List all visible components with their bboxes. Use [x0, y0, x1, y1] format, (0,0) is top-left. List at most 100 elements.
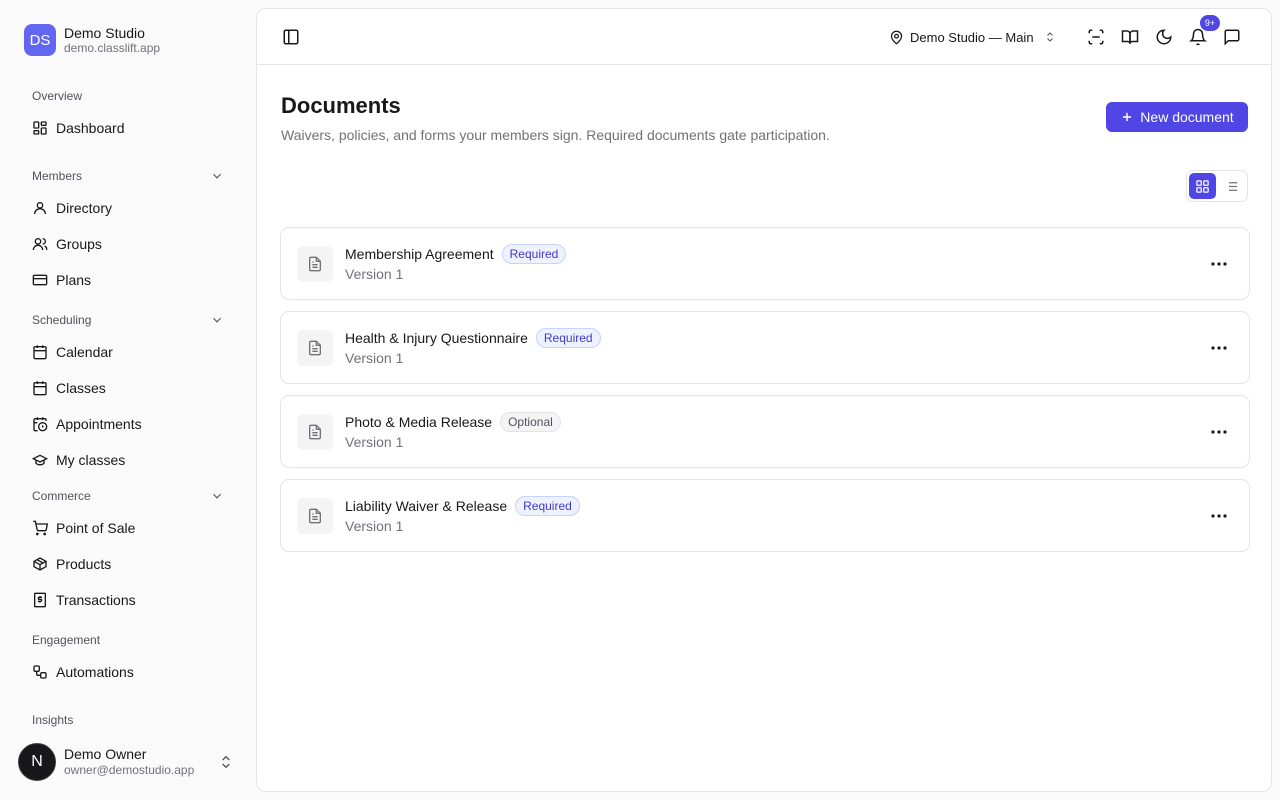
document-icon-wrap — [297, 414, 333, 450]
section-title: Members — [32, 169, 83, 183]
sidebar-item-appointments[interactable]: Appointments — [24, 408, 232, 440]
section-title: Insights — [32, 713, 74, 727]
receipt-dollar-icon — [34, 592, 46, 608]
document-list: Membership Agreement Required Version 1 … — [280, 227, 1250, 563]
more-horizontal-icon — [1211, 430, 1227, 434]
file-text-icon — [309, 256, 321, 272]
sidebar-item-plans[interactable]: Plans — [24, 264, 232, 296]
sidebar-item-dashboard[interactable]: Dashboard — [24, 112, 232, 144]
calendar-icon — [33, 381, 47, 396]
more-actions-button[interactable] — [1207, 422, 1231, 442]
sidebar-item-classes[interactable]: Classes — [24, 372, 232, 404]
org-switcher[interactable]: DS Demo Studio demo.classlift.app — [24, 24, 160, 56]
sidebar-item-my-classes[interactable]: My classes — [24, 444, 232, 476]
section-header[interactable]: Members — [24, 164, 232, 188]
section-title: Overview — [32, 89, 83, 103]
grid-view-button[interactable] — [1189, 173, 1216, 199]
nav-section-insights: Insights — [24, 708, 232, 732]
nav-section-commerce: Commerce Point of Sale Products Transact… — [24, 484, 232, 616]
document-card[interactable]: Photo & Media Release Optional Version 1 — [280, 395, 1250, 468]
message-square-icon — [1224, 29, 1240, 46]
chevron-down-icon — [213, 493, 221, 499]
cart-icon — [33, 520, 48, 536]
document-card[interactable]: Health & Injury Questionnaire Required V… — [280, 311, 1250, 384]
theme-toggle-button[interactable] — [1150, 23, 1178, 51]
sidebar-item-label: Classes — [56, 380, 106, 396]
scan-icon — [1088, 29, 1104, 45]
section-title: Commerce — [32, 489, 91, 503]
main-panel: Demo Studio — Main 9+ Documents Waivers,… — [256, 8, 1272, 792]
section-header[interactable]: Scheduling — [24, 308, 232, 332]
users-icon — [32, 238, 48, 251]
status-badge: Required — [535, 328, 601, 348]
moon-icon — [1156, 29, 1172, 45]
chevrons-up-down-icon — [1046, 32, 1053, 42]
file-text-icon — [309, 424, 321, 440]
status-badge: Required — [515, 496, 580, 516]
bell-icon — [1189, 28, 1207, 46]
document-title: Liability Waiver & Release — [345, 498, 508, 514]
book-open-icon — [1121, 30, 1139, 44]
user-icon — [34, 202, 46, 215]
more-horizontal-icon — [1211, 262, 1227, 266]
more-horizontal-icon — [1211, 514, 1227, 518]
section-header[interactable]: Commerce — [24, 484, 232, 508]
sidebar-item-calendar[interactable]: Calendar — [24, 336, 232, 368]
new-document-button[interactable]: New document — [1106, 102, 1248, 132]
sidebar: DS Demo Studio demo.classlift.app Overvi… — [0, 0, 256, 800]
user-menu[interactable]: N Demo Owner owner@demostudio.app — [18, 742, 238, 782]
document-card[interactable]: Membership Agreement Required Version 1 — [280, 227, 1250, 300]
toggle-sidebar-button[interactable] — [277, 23, 305, 51]
plus-icon — [1123, 112, 1132, 122]
nav-section-engagement: Engagement Automations — [24, 628, 232, 688]
view-toggle — [1186, 170, 1248, 202]
messages-button[interactable] — [1218, 23, 1246, 51]
sidebar-item-label: Transactions — [56, 592, 136, 608]
sidebar-item-products[interactable]: Products — [24, 548, 232, 580]
chevrons-up-down-icon — [222, 755, 230, 769]
notifications-button[interactable]: 9+ — [1184, 15, 1220, 51]
workflow-icon — [33, 665, 47, 679]
file-text-icon — [309, 340, 321, 356]
scan-button[interactable] — [1082, 23, 1110, 51]
list-view-button[interactable] — [1218, 173, 1245, 199]
document-card[interactable]: Liability Waiver & Release Required Vers… — [280, 479, 1250, 552]
chevron-down-icon — [213, 173, 221, 179]
section-header: Insights — [24, 708, 232, 732]
sidebar-item-label: My classes — [56, 452, 126, 468]
document-title: Health & Injury Questionnaire — [345, 330, 528, 346]
sidebar-item-directory[interactable]: Directory — [24, 192, 232, 224]
sidebar-item-transactions[interactable]: Transactions — [24, 584, 232, 616]
document-version: Version 1 — [345, 518, 404, 534]
sidebar-item-label: Dashboard — [56, 120, 125, 136]
more-actions-button[interactable] — [1207, 506, 1231, 526]
section-header: Overview — [24, 84, 232, 108]
sidebar-item-groups[interactable]: Groups — [24, 228, 232, 260]
status-badge: Required — [501, 244, 567, 264]
docs-button[interactable] — [1116, 23, 1144, 51]
more-actions-button[interactable] — [1207, 254, 1231, 274]
document-icon-wrap — [297, 498, 333, 534]
calendar-icon — [33, 345, 47, 360]
sidebar-item-label: Appointments — [56, 416, 142, 432]
dashboard-icon — [33, 121, 47, 135]
sidebar-item-point-of-sale[interactable]: Point of Sale — [24, 512, 232, 544]
document-version: Version 1 — [345, 266, 404, 282]
org-domain: demo.classlift.app — [64, 40, 161, 55]
list-icon — [1225, 181, 1238, 191]
nav-section-scheduling: Scheduling Calendar Classes Appointments… — [24, 308, 232, 476]
status-badge: Optional — [500, 412, 561, 432]
sidebar-item-automations[interactable]: Automations — [24, 656, 232, 688]
page-subtitle: Waivers, policies, and forms your member… — [281, 127, 830, 143]
user-email: owner@demostudio.app — [64, 763, 195, 777]
nav-section-members: Members Directory Groups Plans — [24, 164, 232, 296]
document-icon-wrap — [297, 330, 333, 366]
sidebar-item-label: Groups — [56, 236, 102, 252]
map-pin-icon — [890, 30, 903, 45]
topbar: Demo Studio — Main 9+ — [257, 9, 1271, 65]
credit-card-icon — [32, 274, 48, 286]
more-actions-button[interactable] — [1207, 338, 1231, 358]
location-switcher[interactable]: Demo Studio — Main — [889, 23, 1056, 51]
document-version: Version 1 — [345, 350, 404, 366]
file-text-icon — [309, 508, 321, 524]
